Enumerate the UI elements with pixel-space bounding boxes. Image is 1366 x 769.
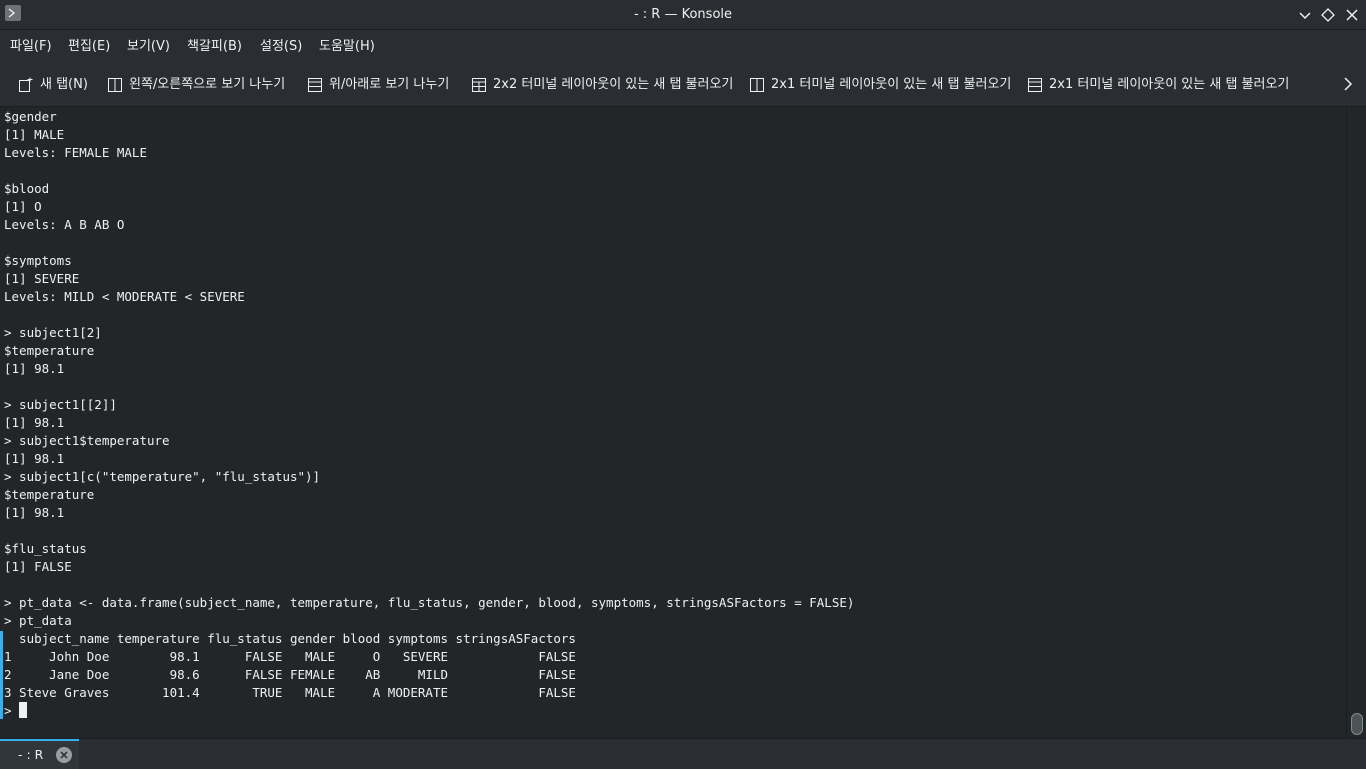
split-left-right-label: 왼쪽/오른쪽으로 보기 나누기 [129, 77, 286, 92]
chevron-down-icon [1299, 12, 1311, 20]
terminal-line: Levels: A B AB O [4, 217, 125, 232]
menu-view[interactable]: 보기(V) [127, 30, 170, 63]
terminal-line: $temperature [4, 343, 95, 358]
terminal-line: $gender [4, 109, 57, 124]
terminal-line: $symptoms [4, 253, 72, 268]
terminal-line: [1] 98.1 [4, 505, 65, 520]
terminal-line: $flu_status [4, 541, 87, 556]
close-icon [1346, 9, 1358, 21]
session-tab[interactable]: - : R [0, 739, 79, 769]
terminal-line: > subject1[c("temperature", "flu_status"… [4, 469, 321, 484]
diamond-icon [1321, 8, 1335, 22]
terminal-line: $blood [4, 181, 50, 196]
terminal-line: [1] FALSE [4, 559, 72, 574]
menu-file[interactable]: 파일(F) [10, 30, 52, 63]
menu-help[interactable]: 도움말(H) [319, 30, 375, 63]
chevron-right-icon[interactable] [1340, 76, 1356, 92]
split-top-bottom-label: 위/아래로 보기 나누기 [329, 77, 450, 92]
menu-bar: 파일(F) 편집(E) 보기(V) 책갈피(B) 설정(S) 도움말(H) [0, 30, 1366, 63]
terminal-prompt: > [4, 703, 20, 718]
terminal-line: [1] 98.1 [4, 451, 65, 466]
layout-2x1-label: 2x1 터미널 레이아웃이 있는 새 탭 불러오기 [771, 77, 1012, 92]
terminal-lines: $gender [1] MALE Levels: FEMALE MALE $bl… [4, 109, 854, 700]
close-circle-icon[interactable] [55, 746, 73, 764]
text-cursor [19, 702, 28, 718]
column-layout-icon [750, 78, 764, 92]
window-title: - : R — Konsole [633, 7, 733, 22]
vertical-scrollbar[interactable] [1346, 107, 1366, 738]
terminal-line: [1] SEVERE [4, 271, 80, 286]
terminal-line: subject_name temperature flu_status gend… [19, 631, 576, 646]
terminal-line: 1 John Doe 98.1 FALSE MALE O SEVERE FALS… [4, 649, 576, 664]
layout-2x1-rows-label: 2x1 터미널 레이아웃이 있는 새 탭 불러오기 [1049, 77, 1290, 92]
menu-edit[interactable]: 편집(E) [68, 30, 110, 63]
terminal-line: [1] 98.1 [4, 361, 65, 376]
terminal-line: 2 Jane Doe 98.6 FALSE FEMALE AB MILD FAL… [4, 667, 576, 682]
split-horizontal-icon [308, 78, 322, 92]
new-tab-label: 새 탭(N) [40, 77, 88, 92]
menu-settings[interactable]: 설정(S) [260, 30, 302, 63]
terminal-line: $temperature [4, 487, 95, 502]
terminal-line: 3 Steve Graves 101.4 TRUE MALE A MODERAT… [4, 685, 576, 700]
terminal-line: > pt_data <- data.frame(subject_name, te… [4, 595, 855, 610]
close-button[interactable] [1343, 6, 1361, 24]
terminal-line: > pt_data [4, 613, 72, 628]
layout-2x2-label: 2x2 터미널 레이아웃이 있는 새 탭 불러오기 [493, 77, 734, 92]
maximize-button[interactable] [1319, 6, 1337, 24]
grid-layout-icon [472, 78, 486, 92]
menu-bookmarks[interactable]: 책갈피(B) [187, 30, 242, 63]
terminal-line: [1] MALE [4, 127, 65, 142]
terminal-line: > subject1$temperature [4, 433, 170, 448]
output-marker [0, 631, 3, 719]
terminal-view[interactable]: $gender [1] MALE Levels: FEMALE MALE $bl… [0, 107, 1346, 738]
terminal-line: Levels: FEMALE MALE [4, 145, 147, 160]
split-vertical-icon [108, 78, 122, 92]
session-tab-label: - : R [18, 747, 44, 762]
session-tab-bar: - : R [0, 738, 1366, 769]
terminal-line: [1] O [4, 199, 42, 214]
toolbar: 새 탭(N) 왼쪽/오른쪽으로 보기 나누기 위/아래로 보기 나누기 2x2 … [0, 63, 1366, 107]
new-tab-icon [19, 77, 33, 92]
terminal-line: Levels: MILD < MODERATE < SEVERE [4, 289, 245, 304]
scrollbar-thumb[interactable] [1351, 713, 1363, 735]
terminal-line: > subject1[[2]] [4, 397, 117, 412]
terminal-line: > subject1[2] [4, 325, 102, 340]
title-bar: - : R — Konsole [0, 0, 1366, 30]
row-layout-icon [1028, 78, 1042, 92]
terminal-line: [1] 98.1 [4, 415, 65, 430]
terminal-output: $gender [1] MALE Levels: FEMALE MALE $bl… [4, 108, 854, 720]
minimize-button[interactable] [1296, 6, 1314, 24]
